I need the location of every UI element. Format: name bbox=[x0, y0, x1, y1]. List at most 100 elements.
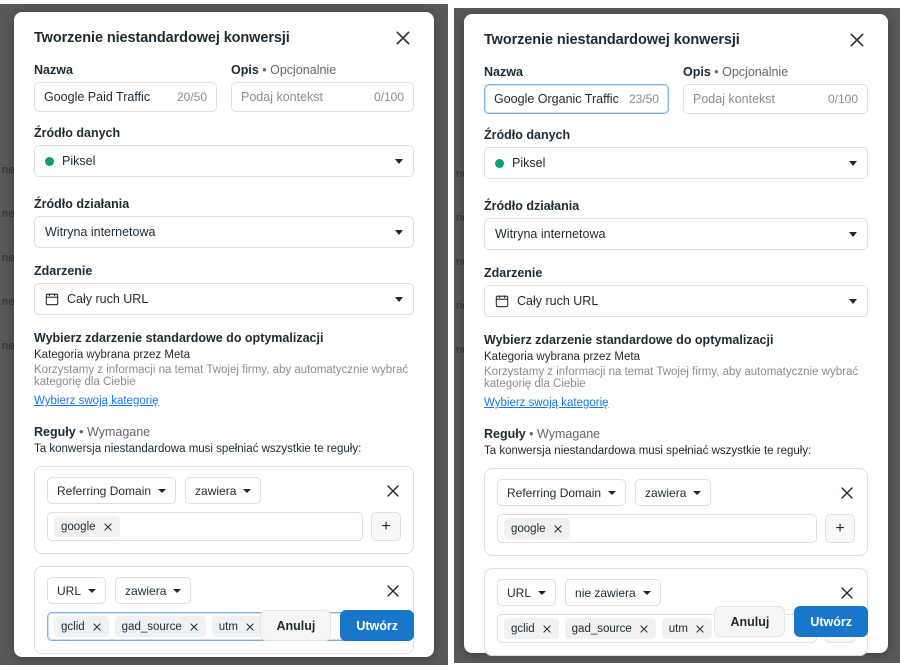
name-input[interactable]: Google Paid Traffic 20/50 bbox=[34, 82, 217, 112]
event-select[interactable]: Cały ruch URL bbox=[484, 285, 868, 317]
rule-header: Referring Domain zawiera bbox=[47, 477, 401, 504]
data-source-select[interactable]: Piksel bbox=[34, 145, 414, 177]
add-rule-value-button[interactable]: + bbox=[825, 514, 855, 543]
rule-token: utm bbox=[211, 616, 262, 637]
name-description-row: Nazwa Google Organic Traffic 23/50 Opis • O… bbox=[484, 65, 868, 114]
name-input[interactable]: Google Organic Traffic 23/50 bbox=[484, 84, 669, 114]
description-placeholder: Podaj kontekst bbox=[693, 92, 775, 106]
remove-token-icon[interactable] bbox=[189, 622, 199, 632]
rule-token-label: google bbox=[61, 520, 96, 533]
dialog-title: Tworzenie niestandardowej konwersji bbox=[34, 30, 290, 46]
description-label-text: Opis bbox=[683, 65, 711, 79]
rule-operator-value: zawiera bbox=[195, 483, 237, 498]
remove-token-icon[interactable] bbox=[695, 624, 705, 634]
close-dialog-button[interactable] bbox=[394, 29, 414, 49]
background-text-fragment: ne bbox=[2, 340, 15, 352]
create-button-label: Utwórz bbox=[356, 618, 398, 633]
rule-operator-value: nie zawiera bbox=[575, 585, 636, 600]
rule-card: Referring Domain zawiera google + bbox=[34, 466, 414, 554]
standard-event-explainer: Korzystamy z informacji na temat Twojej … bbox=[484, 366, 859, 390]
rule-token: utm bbox=[661, 618, 712, 639]
dialog-header: Tworzenie niestandardowej konwersji bbox=[34, 30, 414, 49]
name-input-value: Google Organic Traffic bbox=[494, 92, 619, 106]
rule-values-row: google + bbox=[497, 514, 855, 543]
add-rule-value-button[interactable]: + bbox=[371, 512, 401, 541]
rule-token: gad_source bbox=[564, 618, 656, 639]
data-source-value-wrap: Piksel bbox=[45, 154, 395, 168]
rule-value-input[interactable]: google bbox=[497, 514, 817, 543]
chevron-down-icon bbox=[642, 590, 651, 595]
chevron-down-icon bbox=[395, 296, 403, 302]
rule-operator-value: zawiera bbox=[645, 485, 687, 500]
rule-field-select[interactable]: Referring Domain bbox=[497, 479, 627, 506]
rule-operator-select[interactable]: zawiera bbox=[635, 479, 712, 506]
rule-field-select[interactable]: Referring Domain bbox=[47, 477, 177, 504]
remove-token-icon[interactable] bbox=[542, 624, 552, 634]
chevron-down-icon bbox=[849, 298, 857, 304]
name-char-counter: 20/50 bbox=[176, 90, 207, 104]
standard-event-category-text: Kategoria wybrana przez Meta bbox=[484, 351, 640, 363]
remove-token-icon[interactable] bbox=[639, 624, 649, 634]
rule-token: gclid bbox=[504, 618, 559, 639]
close-dialog-button[interactable] bbox=[848, 31, 868, 51]
chevron-down-icon bbox=[693, 490, 702, 495]
rule-operator-select[interactable]: nie zawiera bbox=[565, 579, 661, 606]
event-label: Zdarzenie bbox=[484, 266, 543, 280]
rule-field-select[interactable]: URL bbox=[497, 579, 557, 606]
rule-field-select[interactable]: URL bbox=[47, 577, 107, 604]
remove-token-icon[interactable] bbox=[92, 622, 102, 632]
rules-required-badge: • Wymagane bbox=[529, 427, 601, 441]
dialog-title: Tworzenie niestandardowej konwersji bbox=[484, 32, 740, 48]
remove-token-icon[interactable] bbox=[245, 622, 255, 632]
description-optional-text: • Opcjonalnie bbox=[262, 63, 337, 77]
standard-event-category-text: Kategoria wybrana przez Meta bbox=[34, 349, 190, 361]
rule-value-input[interactable]: google bbox=[47, 512, 363, 541]
remove-rule-button[interactable] bbox=[385, 483, 401, 499]
event-label: Zdarzenie bbox=[34, 264, 93, 278]
rules-heading: Reguły • Wymagane bbox=[484, 427, 868, 441]
chevron-down-icon bbox=[173, 588, 182, 593]
remove-rule-button[interactable] bbox=[385, 583, 401, 599]
action-source-select[interactable]: Witryna internetowa bbox=[484, 218, 868, 250]
rule-operator-value: zawiera bbox=[125, 583, 167, 598]
remove-token-icon[interactable] bbox=[553, 524, 563, 534]
dialog-footer: Anuluj Utwórz bbox=[260, 610, 414, 641]
create-button[interactable]: Utwórz bbox=[340, 610, 414, 641]
rules-heading: Reguły • Wymagane bbox=[34, 425, 414, 439]
choose-category-link[interactable]: Wybierz swoją kategorię bbox=[34, 395, 159, 407]
rule-header: URL nie zawiera bbox=[497, 579, 855, 606]
rule-field-value: Referring Domain bbox=[57, 483, 152, 498]
rule-operator-select[interactable]: zawiera bbox=[115, 577, 192, 604]
description-label: Opis • Opcjonalnie bbox=[683, 65, 868, 79]
action-source-select[interactable]: Witryna internetowa bbox=[34, 216, 414, 248]
cancel-button[interactable]: Anuluj bbox=[714, 606, 786, 637]
data-source-select[interactable]: Piksel bbox=[484, 147, 868, 179]
choose-category-link[interactable]: Wybierz swoją kategorię bbox=[484, 397, 609, 409]
remove-token-icon[interactable] bbox=[103, 522, 113, 532]
standard-event-heading: Wybierz zdarzenie standardowe do optymal… bbox=[34, 331, 324, 345]
data-source-label: Źródło danych bbox=[484, 128, 571, 142]
rule-header: Referring Domain zawiera bbox=[497, 479, 855, 506]
rule-token: google bbox=[504, 518, 570, 539]
description-field-group: Opis • Opcjonalnie Podaj kontekst 0/100 bbox=[231, 63, 414, 112]
rule-header: URL zawiera bbox=[47, 577, 401, 604]
description-char-counter: 0/100 bbox=[373, 90, 404, 104]
remove-rule-button[interactable] bbox=[839, 485, 855, 501]
create-button[interactable]: Utwórz bbox=[794, 606, 868, 637]
description-input[interactable]: Podaj kontekst 0/100 bbox=[231, 82, 414, 112]
action-source-value: Witryna internetowa bbox=[495, 227, 606, 241]
action-source-label: Źródło działania bbox=[484, 199, 580, 213]
rule-token-label: google bbox=[511, 522, 546, 535]
rules-description: Ta konwersja niestandardowa musi spełnia… bbox=[484, 445, 812, 457]
pixel-status-dot-icon bbox=[495, 158, 504, 168]
cancel-button[interactable]: Anuluj bbox=[260, 610, 332, 641]
description-field-group: Opis • Opcjonalnie Podaj kontekst 0/100 bbox=[683, 65, 868, 114]
dialog-header: Tworzenie niestandardowej konwersji bbox=[484, 32, 868, 51]
remove-rule-button[interactable] bbox=[839, 585, 855, 601]
description-input[interactable]: Podaj kontekst 0/100 bbox=[683, 84, 868, 114]
description-label: Opis • Opcjonalnie bbox=[231, 63, 414, 77]
background-text-fragment: ne bbox=[2, 164, 15, 176]
rule-operator-select[interactable]: zawiera bbox=[185, 477, 262, 504]
name-label: Nazwa bbox=[484, 65, 523, 79]
event-select[interactable]: Cały ruch URL bbox=[34, 283, 414, 315]
